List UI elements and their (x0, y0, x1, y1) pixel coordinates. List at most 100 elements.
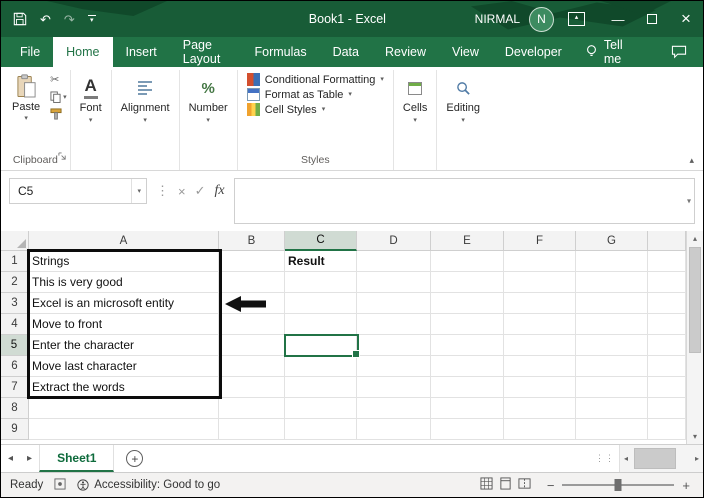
row-header-5[interactable]: 5 (1, 335, 29, 356)
horizontal-scrollbar[interactable]: ◂ ▸ (619, 445, 703, 472)
cell-A2[interactable]: This is very good (29, 272, 219, 293)
cell-B9[interactable] (219, 419, 285, 440)
cell-B6[interactable] (219, 356, 285, 377)
collapse-ribbon-icon[interactable]: ▴ (689, 155, 694, 166)
column-header-C[interactable]: C (285, 231, 357, 251)
cell-C2[interactable] (285, 272, 357, 293)
alignment-group-collapsed[interactable]: Alignment ▾ (112, 70, 180, 170)
cell-A3[interactable]: Excel is an microsoft entity (29, 293, 219, 314)
zoom-out-icon[interactable]: − (547, 478, 555, 493)
cell-F2[interactable] (504, 272, 576, 293)
normal-view-icon[interactable] (480, 477, 493, 493)
tab-formulas[interactable]: Formulas (241, 37, 319, 67)
cell-D6[interactable] (357, 356, 431, 377)
cell-B5[interactable] (219, 335, 285, 356)
new-sheet-button[interactable]: + (126, 445, 144, 472)
sheet-tab-sheet1[interactable]: Sheet1 (39, 445, 115, 472)
cell-G5[interactable] (576, 335, 648, 356)
formula-input[interactable]: ▾ (233, 178, 695, 224)
cell-E3[interactable] (431, 293, 504, 314)
format-as-table-button[interactable]: Format as Table ▾ (246, 88, 352, 101)
tab-file[interactable]: File (7, 37, 53, 67)
cell-G8[interactable] (576, 398, 648, 419)
redo-icon[interactable]: ↷ (64, 13, 75, 26)
tab-home[interactable]: Home (53, 37, 113, 67)
cell-styles-button[interactable]: Cell Styles ▾ (246, 103, 325, 116)
zoom-slider-track[interactable] (562, 479, 675, 491)
cells-group-collapsed[interactable]: Cells ▾ (394, 70, 438, 170)
column-header-A[interactable]: A (29, 231, 219, 251)
cell-A5[interactable]: Enter the character (29, 335, 219, 356)
customize-quick-access-icon[interactable]: ▾ (87, 14, 96, 24)
cell-E2[interactable] (431, 272, 504, 293)
ribbon-display-options-icon[interactable]: ▴ (568, 12, 585, 26)
cell-G4[interactable] (576, 314, 648, 335)
avatar[interactable]: N (529, 6, 554, 32)
row-header-6[interactable]: 6 (1, 356, 29, 377)
row-header-4[interactable]: 4 (1, 314, 29, 335)
scroll-left-icon[interactable]: ◂ (620, 454, 632, 463)
sheet-nav-left-icon[interactable]: ◂ (1, 445, 20, 472)
horizontal-scroll-thumb[interactable] (634, 448, 677, 469)
cell-C8[interactable] (285, 398, 357, 419)
cell-C6[interactable] (285, 356, 357, 377)
cell-C9[interactable] (285, 419, 357, 440)
clipboard-dialog-launcher-icon[interactable] (58, 148, 67, 166)
column-header-B[interactable]: B (219, 231, 285, 251)
tab-data[interactable]: Data (320, 37, 372, 67)
cell-A4[interactable]: Move to front (29, 314, 219, 335)
cell-E1[interactable] (431, 251, 504, 272)
cell-A6[interactable]: Move last character (29, 356, 219, 377)
cell-F6[interactable] (504, 356, 576, 377)
cell-E9[interactable] (431, 419, 504, 440)
cell-C7[interactable] (285, 377, 357, 398)
save-icon[interactable] (13, 12, 27, 26)
cell-F8[interactable] (504, 398, 576, 419)
cell-B8[interactable] (219, 398, 285, 419)
cell-B7[interactable] (219, 377, 285, 398)
cell-F5[interactable] (504, 335, 576, 356)
cell-D2[interactable] (357, 272, 431, 293)
tab-page-layout[interactable]: Page Layout (170, 37, 242, 67)
tell-me-box[interactable]: Tell me (575, 37, 633, 67)
cell-C5[interactable] (285, 335, 357, 356)
cell-E5[interactable] (431, 335, 504, 356)
cell-A7[interactable]: Extract the words (29, 377, 219, 398)
horizontal-scroll-track[interactable] (632, 445, 691, 472)
insert-function-icon[interactable]: fx (215, 183, 225, 199)
cell-F7[interactable] (504, 377, 576, 398)
row-header-1[interactable]: 1 (1, 251, 29, 272)
cell-F1[interactable] (504, 251, 576, 272)
cell-G7[interactable] (576, 377, 648, 398)
cell-D7[interactable] (357, 377, 431, 398)
sheet-nav-right-icon[interactable]: ▸ (20, 445, 39, 472)
minimize-button[interactable]: — (601, 1, 635, 37)
undo-icon[interactable]: ↶ (40, 13, 51, 26)
copy-icon[interactable]: ▾ (50, 91, 67, 103)
vertical-scroll-thumb[interactable] (689, 247, 701, 354)
cell-B2[interactable] (219, 272, 285, 293)
conditional-formatting-button[interactable]: Conditional Formatting ▾ (246, 73, 384, 86)
cell-B1[interactable] (219, 251, 285, 272)
cell-F4[interactable] (504, 314, 576, 335)
number-group-collapsed[interactable]: % Number ▾ (180, 70, 238, 170)
cell-E8[interactable] (431, 398, 504, 419)
cell-A1[interactable]: Strings (29, 251, 219, 272)
cell-D9[interactable] (357, 419, 431, 440)
paste-button[interactable]: Paste ▾ (4, 72, 48, 124)
row-header-2[interactable]: 2 (1, 272, 29, 293)
font-group-collapsed[interactable]: A Font ▾ (71, 70, 112, 170)
tab-insert[interactable]: Insert (113, 37, 170, 67)
cell-C3[interactable] (285, 293, 357, 314)
cell-D5[interactable] (357, 335, 431, 356)
cell-D4[interactable] (357, 314, 431, 335)
cell-E7[interactable] (431, 377, 504, 398)
format-painter-icon[interactable] (50, 108, 67, 120)
tab-developer[interactable]: Developer (492, 37, 575, 67)
name-box-dropdown-icon[interactable]: ▾ (131, 179, 146, 203)
row-header-3[interactable]: 3 (1, 293, 29, 314)
column-header-G[interactable]: G (576, 231, 648, 251)
cell-G3[interactable] (576, 293, 648, 314)
tab-splitter-handle[interactable]: ⋮⋮ (591, 445, 619, 472)
cell-G9[interactable] (576, 419, 648, 440)
